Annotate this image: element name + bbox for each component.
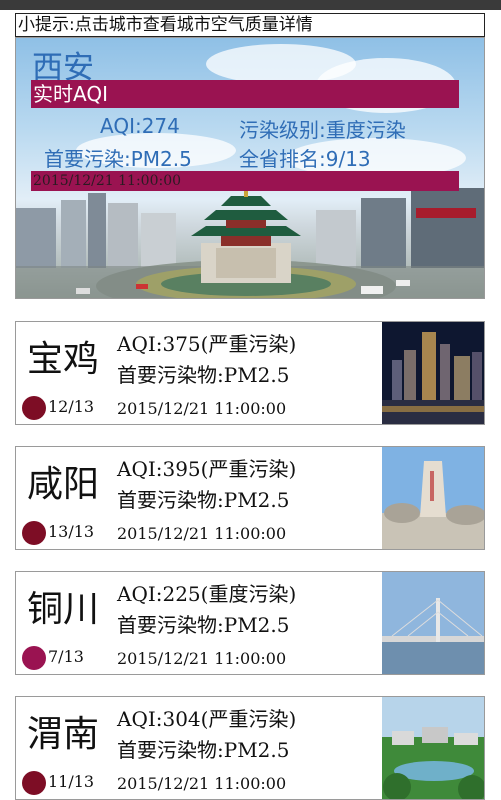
- aqi-value: AQI:304(严重污染): [117, 707, 297, 731]
- city-name: 宝鸡: [27, 339, 100, 380]
- primary-pollutant: 首要污染物:PM2.5: [117, 488, 290, 512]
- city-card-xianyang[interactable]: 咸阳 AQI:395(严重污染) 首要污染物:PM2.5 13/13 2015/…: [15, 446, 485, 550]
- province-rank: 11/13: [48, 772, 95, 791]
- province-rank: 12/13: [48, 397, 95, 416]
- featured-timestamp: 2015/12/21 11:00:00: [31, 171, 459, 191]
- province-rank: 13/13: [48, 522, 95, 541]
- city-photo: [382, 447, 484, 549]
- city-name: 渭南: [27, 714, 100, 755]
- pollution-level-dot: [22, 771, 46, 795]
- aqi-value: AQI:375(严重污染): [117, 332, 297, 356]
- realtime-aqi-label: 实时AQI: [31, 80, 459, 108]
- city-photo: [382, 322, 484, 424]
- city-photo: [382, 697, 484, 799]
- hint-text: 小提示:点击城市查看城市空气质量详情: [15, 13, 485, 37]
- city-card-weinan[interactable]: 渭南 AQI:304(严重污染) 首要污染物:PM2.5 11/13 2015/…: [15, 696, 485, 800]
- pollution-level-dot: [22, 521, 46, 545]
- city-card-tongchuan[interactable]: 铜川 AQI:225(重度污染) 首要污染物:PM2.5 7/13 2015/1…: [15, 571, 485, 675]
- update-time: 2015/12/21 11:00:00: [117, 649, 287, 668]
- featured-city-panel[interactable]: 西安 实时AQI AQI:274 污染级别:重度污染 首要污染:PM2.5 全省…: [15, 37, 485, 299]
- status-bar: [0, 0, 501, 10]
- aqi-value: AQI:395(严重污染): [117, 457, 297, 481]
- city-name: 咸阳: [27, 464, 100, 505]
- featured-aqi: AQI:274: [100, 114, 180, 138]
- update-time: 2015/12/21 11:00:00: [117, 774, 287, 793]
- update-time: 2015/12/21 11:00:00: [117, 399, 287, 418]
- featured-province-rank: 全省排名:9/13: [239, 147, 371, 171]
- primary-pollutant: 首要污染物:PM2.5: [117, 613, 290, 637]
- featured-primary-pollutant: 首要污染:PM2.5: [44, 147, 192, 171]
- pollution-level-dot: [22, 396, 46, 420]
- city-scene-image: [16, 188, 484, 298]
- pollution-level-dot: [22, 646, 46, 670]
- primary-pollutant: 首要污染物:PM2.5: [117, 363, 290, 387]
- city-photo: [382, 572, 484, 674]
- update-time: 2015/12/21 11:00:00: [117, 524, 287, 543]
- aqi-value: AQI:225(重度污染): [117, 582, 297, 606]
- primary-pollutant: 首要污染物:PM2.5: [117, 738, 290, 762]
- city-card-baoji[interactable]: 宝鸡 AQI:375(严重污染) 首要污染物:PM2.5 12/13 2015/…: [15, 321, 485, 425]
- province-rank: 7/13: [48, 647, 84, 666]
- city-name: 铜川: [27, 589, 100, 630]
- featured-level: 污染级别:重度污染: [239, 118, 406, 142]
